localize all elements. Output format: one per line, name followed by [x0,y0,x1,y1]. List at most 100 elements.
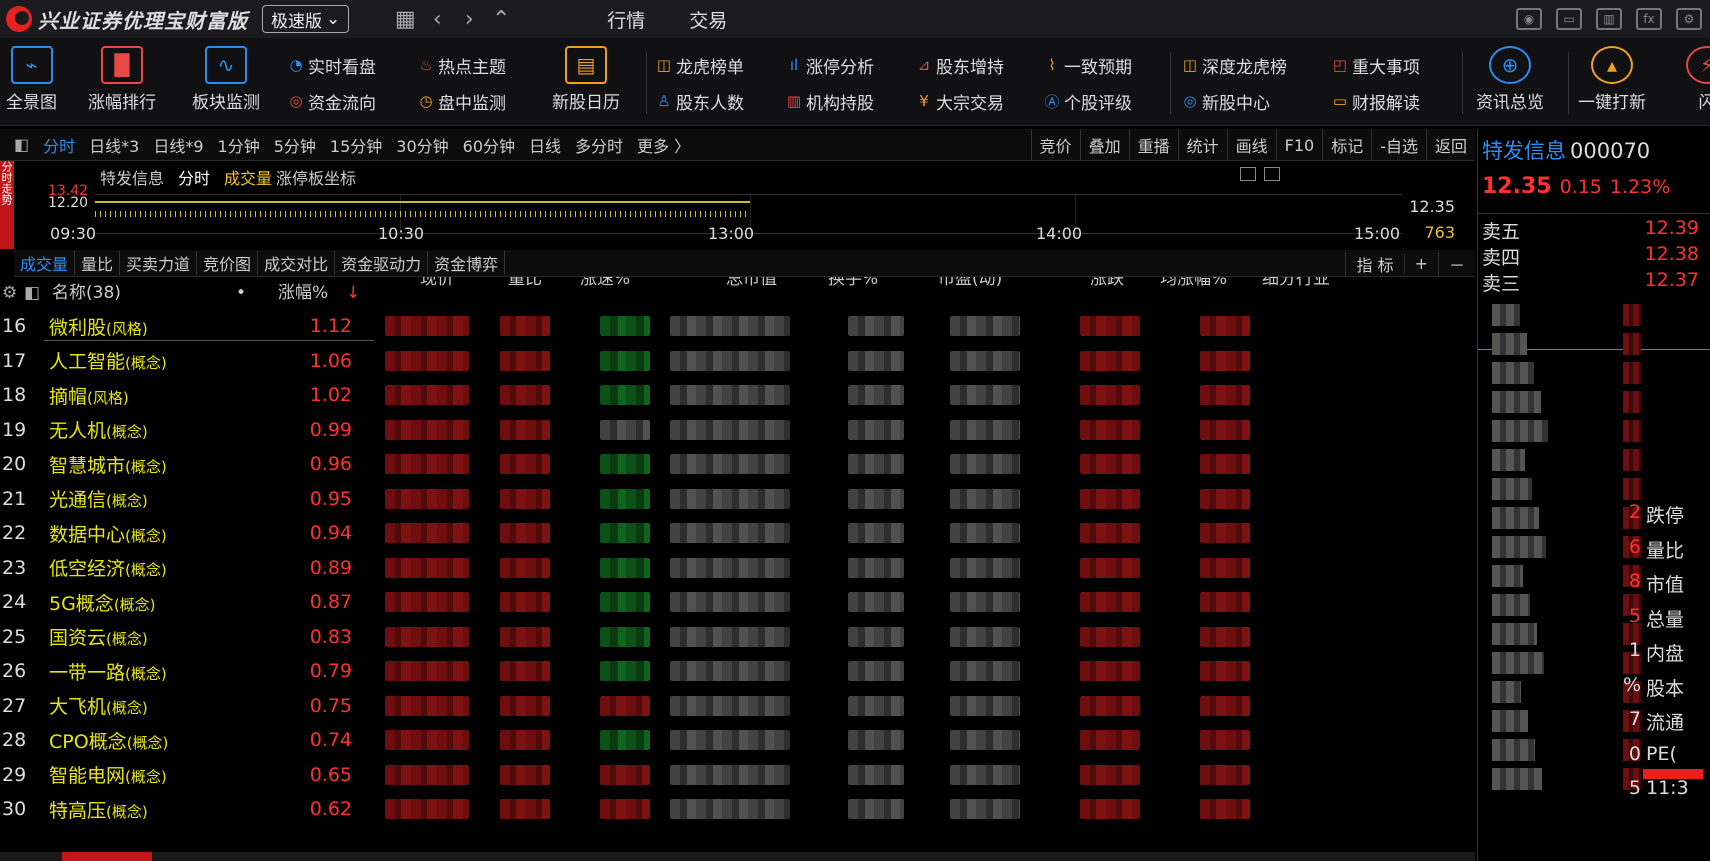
tool-stats[interactable]: 统计 [1177,129,1227,161]
tool-mark[interactable]: 标记 [1322,129,1371,161]
table-row[interactable]: 27 大飞机(概念) 0.75 [0,689,1475,724]
menu-trade[interactable]: 交易 [689,6,727,33]
indicator-button[interactable]: 指 标 [1345,251,1403,276]
sector-name[interactable]: CPO概念(概念) [49,727,168,754]
table-row[interactable]: 24 5G概念(概念) 0.87 [0,585,1475,620]
sort-desc-icon[interactable]: ↓ [346,277,360,309]
table-row[interactable]: 16 微利股(风格) 1.12 [0,309,1475,344]
settings-icon[interactable]: ⚙ [2,277,17,309]
col-chg[interactable]: 涨跌 [1090,277,1124,295]
major-event-button[interactable]: ◰ 重大事项 [1330,52,1420,78]
formula-icon[interactable]: fx [1636,8,1662,30]
menu-market[interactable]: 行情 [607,6,645,33]
table-row[interactable]: 25 国资云(概念) 0.83 [0,620,1475,655]
shareholder-increase-button[interactable]: ⊿ 股东增持 [914,52,1004,78]
sector-name[interactable]: 智能电网(概念) [49,761,167,788]
sector-name[interactable]: 数据中心(概念) [49,520,167,547]
hot-topic-button[interactable]: ♨ 热点主题 [416,52,506,78]
table-row[interactable]: 22 数据中心(概念) 0.94 [0,516,1475,551]
pin-icon[interactable] [1240,167,1256,181]
ipo-calendar-button[interactable]: ▤ 新股日历 [552,46,620,124]
table-row[interactable]: 17 人工智能(概念) 1.06 [0,344,1475,379]
ind-tab-capital-game[interactable]: 资金博弈 [428,251,506,275]
back-icon[interactable]: ‹ [421,7,453,32]
sector-name[interactable]: 人工智能(概念) [49,347,167,374]
ranking-button[interactable]: ▐▌ 涨幅排行 [88,46,156,124]
rating-button[interactable]: Ⓐ 个股评级 [1042,88,1132,114]
sector-name[interactable]: 5G概念(概念) [49,589,156,616]
sector-name[interactable]: 摘帽(风格) [49,382,129,409]
layout-icon[interactable]: ◧ [24,277,40,309]
col-mktcap[interactable]: 总市值 [726,277,777,295]
grid-icon[interactable]: ▦ [389,7,421,32]
table-row[interactable]: 20 智慧城市(概念) 0.96 [0,447,1475,482]
tab-15min[interactable]: 15分钟 [323,133,389,157]
institution-button[interactable]: ▥ 机构持股 [784,88,874,114]
tool-f10[interactable]: F10 [1275,129,1323,161]
sector-name[interactable]: 微利股(风格) [49,313,148,340]
ipo-center-button[interactable]: ◎ 新股中心 [1180,88,1270,114]
consensus-button[interactable]: ⌇ 一致预期 [1042,52,1132,78]
briefcase-icon[interactable]: ▭ [1556,8,1582,30]
layout-icon[interactable]: ▥ [1596,8,1622,30]
ind-tab-volume-ratio[interactable]: 量比 [75,251,121,275]
tab-multi-intraday[interactable]: 多分时 [568,133,630,157]
col-industry[interactable]: 细分行业 [1262,277,1330,295]
sector-name[interactable]: 国资云(概念) [49,623,148,650]
col-avg[interactable]: 均涨幅% [1160,277,1227,295]
side-tab-intraday[interactable]: 分时走势 [0,161,14,249]
broadcast-icon[interactable]: ◉ [1516,8,1542,30]
tool-replay[interactable]: 重播 [1128,129,1178,161]
collapse-icon[interactable]: ◧ [0,135,36,154]
sector-name[interactable]: 无人机(概念) [49,416,148,443]
dragon-tiger-button[interactable]: ◫ 龙虎榜单 [654,52,744,78]
sector-name[interactable]: 大飞机(概念) [49,692,148,719]
report-button[interactable]: ▭ 财报解读 [1330,88,1420,114]
tool-draw[interactable]: 画线 [1226,129,1276,161]
ind-tab-buy-sell-force[interactable]: 买卖力道 [120,251,198,275]
gear-icon[interactable]: ⚙ [1676,8,1702,30]
shareholder-count-button[interactable]: ♙ 股东人数 [654,88,744,114]
table-row[interactable]: 18 摘帽(风格) 1.02 [0,378,1475,413]
up-icon[interactable]: ⌃ [485,7,517,32]
sector-name[interactable]: 光通信(概念) [49,485,148,512]
intraday-monitor-button[interactable]: ◷ 盘中监测 [416,88,506,114]
one-click-ipo-button[interactable]: ▴ 一键打新 [1578,46,1646,124]
table-row[interactable]: 29 智能电网(概念) 0.65 [0,758,1475,793]
intraday-chart[interactable]: 特发信息 分时 成交量 涨停板坐标 13.42 12.20 09:30 10:3… [0,161,1475,249]
news-overview-button[interactable]: ⊕ 资讯总览 [1476,46,1544,124]
col-price[interactable]: 现价 [420,277,454,295]
col-volume-ratio[interactable]: 量比 [508,277,542,295]
restore-icon[interactable] [1264,167,1280,181]
sector-name[interactable]: 一带一路(概念) [49,658,167,685]
panorama-button[interactable]: ⌁ 全景图 [6,46,57,124]
ind-tab-volume[interactable]: 成交量 [14,251,76,275]
tool-overlay[interactable]: 叠加 [1079,129,1129,161]
sector-name[interactable]: 特高压(概念) [49,796,148,823]
realtime-button[interactable]: ◔ 实时看盘 [286,52,376,78]
tab-more[interactable]: 更多 〉 [630,133,697,157]
zoom-out-button[interactable]: － [1437,251,1475,276]
col-speed[interactable]: 涨速% [580,277,630,295]
tab-5min[interactable]: 5分钟 [267,133,323,157]
tool-return[interactable]: 返回 [1425,129,1475,161]
table-row[interactable]: 19 无人机(概念) 0.99 [0,413,1475,448]
sector-name[interactable]: 智慧城市(概念) [49,451,167,478]
col-change[interactable]: 涨幅% [278,277,328,309]
table-row[interactable]: 26 一带一路(概念) 0.79 [0,654,1475,689]
tab-daily-3[interactable]: 日线*3 [82,133,146,157]
tab-60min[interactable]: 60分钟 [456,133,522,157]
block-trade-button[interactable]: ¥ 大宗交易 [914,88,1004,114]
ind-tab-trade-compare[interactable]: 成交对比 [258,251,336,275]
sector-name[interactable]: 低空经济(概念) [49,554,167,581]
limit-up-button[interactable]: ıl 涨停分析 [784,52,874,78]
bottom-tab-active[interactable] [62,852,152,861]
table-row[interactable]: 30 特高压(概念) 0.62 [0,792,1475,827]
tab-30min[interactable]: 30分钟 [389,133,455,157]
col-pe[interactable]: 市盈(动) [938,277,1002,295]
tool-remove-watchlist[interactable]: -自选 [1371,129,1426,161]
forward-icon[interactable]: › [453,7,485,32]
col-name[interactable]: 名称(38) [52,277,121,309]
tool-auction[interactable]: 竞价 [1030,129,1080,161]
sector-monitor-button[interactable]: ∿ 板块监测 [192,46,260,124]
